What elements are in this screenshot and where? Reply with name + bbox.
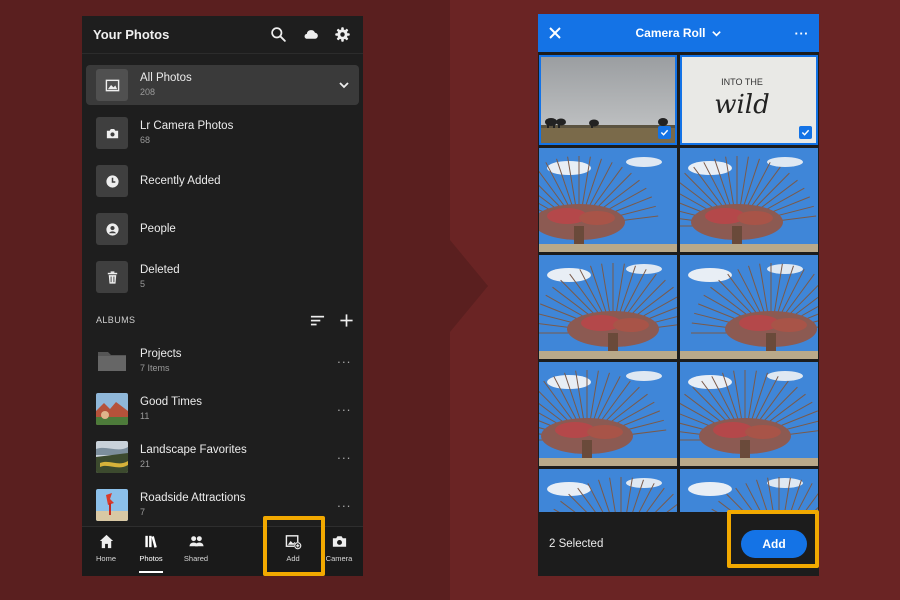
album-thumbnail (96, 393, 128, 425)
source-label: Deleted (140, 264, 180, 276)
source-count: 208 (140, 87, 156, 97)
header: Camera Roll ··· (538, 14, 819, 52)
your-photos-screen: Your Photos All Photos 208 Lr Camera Pho… (82, 16, 363, 576)
chevron-down-icon[interactable] (337, 78, 351, 92)
source-recently-added[interactable]: Recently Added (96, 161, 358, 201)
more-options-button[interactable]: ··· (334, 450, 354, 465)
library-icon (144, 535, 157, 548)
source-label: People (140, 223, 176, 235)
cloud-icon[interactable] (302, 26, 319, 43)
photo-thumbnail[interactable] (539, 255, 677, 359)
photo-thumbnail[interactable] (680, 255, 818, 359)
album-count: 7 Items (140, 363, 170, 373)
album-label: Landscape Favorites (140, 444, 247, 456)
source-people[interactable]: People (96, 209, 358, 249)
add-button-highlight (727, 510, 819, 568)
page-title: Your Photos (93, 27, 170, 42)
tab-home[interactable]: Home (84, 533, 128, 571)
source-all-photos[interactable]: All Photos 208 (86, 65, 359, 105)
clock-icon (96, 165, 128, 197)
sort-icon[interactable] (310, 313, 325, 328)
photo-thumbnail-into-the-wild[interactable]: INTO THE wild (680, 55, 818, 145)
album-label: Roadside Attractions (140, 492, 246, 504)
photo-thumbnail[interactable] (539, 362, 677, 466)
album-label: Projects (140, 348, 182, 360)
photo-thumbnail[interactable] (680, 362, 818, 466)
checkbox-checked[interactable] (658, 126, 671, 139)
photo-thumbnail[interactable] (539, 148, 677, 252)
source-lr-camera-photos[interactable]: Lr Camera Photos 68 (96, 113, 358, 153)
source-label: Recently Added (140, 175, 221, 187)
album-count: 11 (140, 411, 150, 421)
tab-label: Shared (183, 554, 209, 563)
search-icon[interactable] (270, 26, 287, 43)
page-title: Camera Roll (635, 26, 706, 40)
album-count: 21 (140, 459, 151, 469)
album-thumbnail (96, 441, 128, 473)
source-label: All Photos (140, 72, 192, 84)
more-options-button[interactable]: ··· (795, 26, 810, 41)
home-icon (99, 534, 113, 549)
photo-thumbnail-elephants[interactable] (539, 55, 677, 145)
folder-icon (96, 345, 128, 377)
photo-thumbnail[interactable] (680, 469, 818, 513)
source-deleted[interactable]: Deleted 5 (96, 257, 358, 297)
album-projects[interactable]: Projects 7 Items ··· (96, 343, 354, 379)
plus-icon[interactable] (339, 313, 354, 328)
source-count: 68 (140, 135, 151, 145)
more-options-button[interactable]: ··· (334, 498, 354, 513)
close-icon[interactable] (548, 26, 562, 40)
selection-border (539, 55, 677, 145)
photo-grid: INTO THE wild (538, 54, 819, 513)
chevron-down-icon (711, 30, 721, 37)
person-icon (96, 213, 128, 245)
camera-roll-screen: Camera Roll ··· INTO THE wild 2 Selected… (538, 14, 819, 576)
gear-icon[interactable] (334, 26, 351, 43)
tab-label: Photos (139, 554, 163, 563)
more-options-button[interactable]: ··· (334, 354, 354, 369)
tab-label: Home (95, 554, 116, 563)
albums-label: ALBUMS (96, 315, 136, 325)
albums-header: ALBUMS (96, 310, 354, 330)
album-good-times[interactable]: Good Times 11 ··· (96, 391, 354, 427)
checkmark-icon (801, 129, 810, 136)
source-label: Lr Camera Photos (140, 120, 234, 132)
header: Your Photos (82, 16, 363, 54)
album-landscape-favorites[interactable]: Landscape Favorites 21 ··· (96, 439, 354, 475)
photo-thumbnail[interactable] (539, 469, 677, 513)
source-count: 5 (140, 279, 146, 289)
trash-icon (96, 261, 128, 293)
camera-roll-picker[interactable]: Camera Roll (635, 26, 721, 40)
photo-thumbnail[interactable] (680, 148, 818, 252)
image-icon (96, 69, 128, 101)
tab-photos[interactable]: Photos (129, 533, 173, 573)
tab-shared[interactable]: Shared (174, 533, 218, 571)
selection-border (680, 55, 818, 145)
checkbox-checked[interactable] (799, 126, 812, 139)
camera-icon (332, 536, 346, 547)
selected-count: 2 Selected (549, 538, 604, 550)
album-label: Good Times (140, 396, 202, 408)
album-thumbnail (96, 489, 128, 521)
arrow-divider (450, 240, 488, 332)
add-tab-highlight (263, 516, 325, 576)
camera-icon (96, 117, 128, 149)
checkmark-icon (660, 129, 669, 136)
people-icon (188, 536, 204, 547)
tab-label: Camera (325, 554, 353, 563)
active-tab-indicator (139, 571, 163, 573)
more-options-button[interactable]: ··· (334, 402, 354, 417)
